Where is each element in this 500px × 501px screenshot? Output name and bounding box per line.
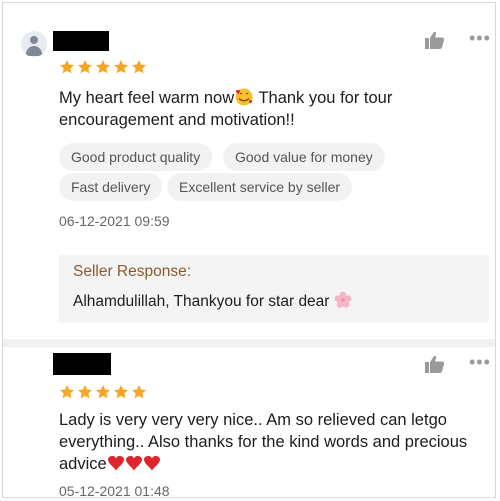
star-icon <box>132 60 146 74</box>
star-icon <box>78 385 92 399</box>
star-icon <box>96 60 110 74</box>
review-card: ••• My heart feel warm now Thank you for… <box>3 3 495 339</box>
thumbs-up-icon[interactable] <box>425 355 445 373</box>
star-icon <box>78 60 92 74</box>
review-text-line: advice <box>59 455 107 473</box>
user-avatar-icon <box>21 31 47 57</box>
redacted-username <box>53 353 111 375</box>
tag-chip: Fast delivery <box>59 173 163 201</box>
star-icon <box>60 385 74 399</box>
star-icon <box>60 60 74 74</box>
seller-response-label: Seller Response: <box>73 263 192 280</box>
star-rating <box>59 384 147 400</box>
tag-chip: Good value for money <box>223 143 385 171</box>
thumbs-up-icon[interactable] <box>425 31 445 49</box>
seller-response-text-row: Alhamdulillah, Thankyou for star dear <box>73 291 352 311</box>
tag-chip: Good product quality <box>59 143 213 171</box>
star-icon <box>114 60 128 74</box>
review-text-line: encouragement and motivation!! <box>59 111 295 129</box>
review-text-line: Thank you for tour <box>254 89 393 107</box>
review-divider <box>3 339 495 347</box>
star-icon <box>96 385 110 399</box>
review-text-line: everything.. Also thanks for the kind wo… <box>59 433 468 451</box>
review-text-line: My heart feel warm now <box>59 89 235 107</box>
review-timestamp: 05-12-2021 01:48 <box>59 483 170 498</box>
reviews-panel: ••• My heart feel warm now Thank you for… <box>2 2 496 498</box>
cherry-blossom-emoji <box>334 291 352 308</box>
tag-chip: Excellent service by seller <box>167 173 353 201</box>
review-text: Lady is very very very nice.. Am so reli… <box>59 409 491 475</box>
star-icon <box>132 385 146 399</box>
review-card: ••• Lady is very very very nice.. Am so … <box>3 347 495 498</box>
redacted-username <box>53 31 109 51</box>
more-options-icon[interactable]: ••• <box>469 353 491 371</box>
more-options-icon[interactable]: ••• <box>469 29 491 47</box>
review-timestamp: 06-12-2021 09:59 <box>59 213 170 229</box>
smiling-face-with-hearts-emoji <box>235 88 253 106</box>
seller-response-text: Alhamdulillah, Thankyou for star dear <box>73 293 330 310</box>
red-heart-emoji <box>107 456 160 471</box>
star-icon <box>114 385 128 399</box>
review-text: My heart feel warm now Thank you for tou… <box>59 87 479 131</box>
seller-response: Seller Response: Alhamdulillah, Thankyou… <box>59 255 489 323</box>
star-rating <box>59 59 147 75</box>
review-text-line: Lady is very very very nice.. Am so reli… <box>59 411 447 429</box>
